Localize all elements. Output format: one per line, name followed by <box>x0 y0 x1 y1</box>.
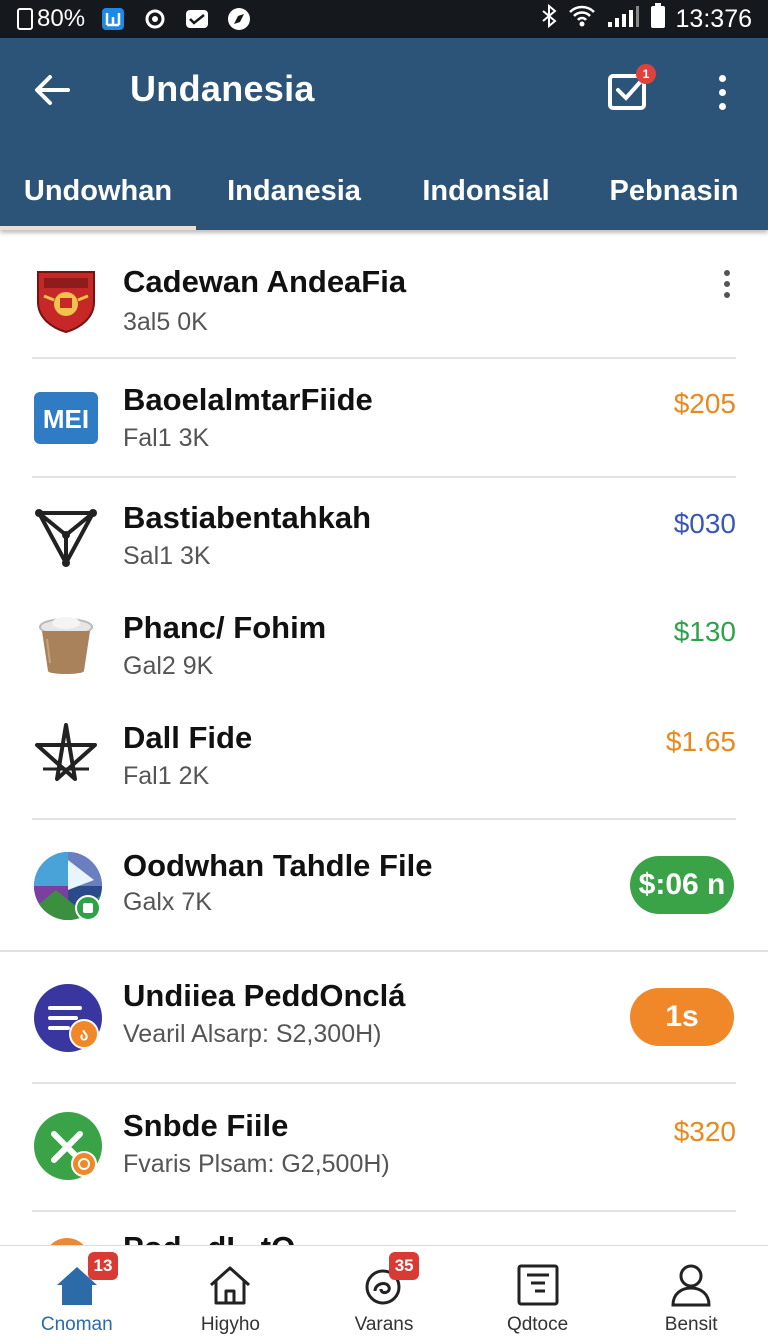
item-title: BaoelalmtarFiide <box>123 382 373 417</box>
battery-percent: 80% <box>37 5 86 32</box>
svg-text:MEI: MEI <box>43 404 89 434</box>
photo-collage-icon <box>32 850 104 922</box>
item-title: Snbde Fiile <box>123 1108 289 1143</box>
item-subtitle: Fal1 3K <box>123 424 210 452</box>
list-item[interactable]: Phanc/ Fohim Gal2 9K $130 <box>0 590 768 700</box>
divider <box>32 476 736 478</box>
battery-saver-icon: 80% <box>16 5 85 33</box>
tab-undowhan[interactable]: Undowhan <box>0 152 196 230</box>
mail-icon <box>183 6 211 32</box>
nav-varans[interactable]: Varans 35 <box>307 1246 461 1344</box>
app-bar: Undanesia 1 Undowhan Indanesia Indonsial… <box>0 38 768 230</box>
list-item[interactable]: Dall Fide Fal1 2K $1.65 <box>0 700 768 818</box>
arrow-left-icon <box>35 75 70 105</box>
signal-icon <box>606 4 640 35</box>
notification-badge: 35 <box>389 1252 420 1280</box>
inbox-badge: 1 <box>636 64 656 84</box>
coffee-cup-icon <box>32 612 100 680</box>
battery-icon <box>650 2 666 36</box>
item-title: Cadewan AndeaFia <box>123 264 407 299</box>
house-outline-icon <box>207 1262 253 1308</box>
list-item[interactable]: Cadewan AndeaFia 3al5 0K <box>0 250 768 358</box>
item-price: $205 <box>673 388 736 419</box>
person-icon <box>668 1262 714 1308</box>
item-subtitle: Vearil Alsarp: S2,300H) <box>123 1020 382 1048</box>
triangle-network-icon <box>32 502 100 570</box>
tab-bar: Undowhan Indanesia Indonsial Pebnasin <box>0 152 768 230</box>
item-title: Dall Fide <box>123 720 253 755</box>
tab-indanesia[interactable]: Indanesia <box>196 152 392 230</box>
bottom-navigation: Cnoman 13 Higyho Varans 35 Qdtoce Bensit <box>0 1245 768 1344</box>
nav-higyho[interactable]: Higyho <box>154 1246 308 1344</box>
item-subtitle: Fvaris Plsam: G2,500H) <box>123 1150 390 1178</box>
list-item-partial[interactable]: Pod...dI...tO... <box>0 1212 768 1246</box>
item-subtitle: Sal1 3K <box>123 542 211 570</box>
back-button[interactable] <box>28 66 76 114</box>
divider <box>32 818 736 820</box>
svg-text:ა: ა <box>80 1027 88 1044</box>
mei-logo-icon: MEI <box>32 384 100 452</box>
nav-label: Bensit <box>664 1314 718 1335</box>
status-bar: 80% 13:376 <box>0 0 768 38</box>
item-title: Oodwhan Tahdle File <box>123 848 433 883</box>
status-pill[interactable]: 1s <box>630 988 734 1046</box>
page-title: Undanesia <box>130 68 315 109</box>
item-price: $320 <box>673 1116 736 1147</box>
nav-label: Qdtoce <box>506 1314 569 1335</box>
star-knot-icon <box>32 720 100 788</box>
list-app-icon: ა <box>32 982 104 1054</box>
item-title: Bastiabentahkah <box>123 500 372 535</box>
item-price: $030 <box>673 508 736 539</box>
notification-badge: 13 <box>88 1252 118 1280</box>
tab-pebnasin[interactable]: Pebnasin <box>580 152 768 230</box>
item-price: $130 <box>673 616 736 647</box>
crest-badge-icon <box>32 266 100 334</box>
item-subtitle: 3al5 0K <box>123 308 208 336</box>
list-item[interactable]: MEI BaoelalmtarFiide Fal1 3K $205 <box>0 360 768 476</box>
bluetooth-icon <box>540 3 558 35</box>
item-price: $1.65 <box>665 726 736 757</box>
item-subtitle: Fal1 2K <box>123 762 210 790</box>
divider <box>32 357 736 359</box>
list-item[interactable]: Snbde Fiile Fvaris Plsam: G2,500H) $320 <box>0 1086 768 1212</box>
clock: 13:376 <box>675 4 752 33</box>
item-title: Pod...dI...tO... <box>123 1230 321 1246</box>
item-subtitle: Gal2 9K <box>123 652 214 680</box>
divider <box>32 1082 736 1084</box>
list-item[interactable]: ა Undiiea PeddOnclá Vearil Alsarp: S2,30… <box>0 954 768 1082</box>
document-icon <box>515 1262 561 1308</box>
nav-cnoman[interactable]: Cnoman 13 <box>0 1246 154 1344</box>
nav-label: Varans <box>354 1314 414 1335</box>
more-options-button[interactable] <box>704 68 740 116</box>
nav-qdtoce[interactable]: Qdtoce <box>461 1246 615 1344</box>
item-subtitle: Galx 7K <box>123 888 212 916</box>
price-pill[interactable]: $:06 n <box>630 856 734 914</box>
nav-label: Cnoman <box>40 1314 113 1335</box>
tab-indonsial[interactable]: Indonsial <box>392 152 580 230</box>
list-item[interactable]: Bastiabentahkah Sal1 3K $030 <box>0 480 768 590</box>
item-more-button[interactable] <box>720 264 734 304</box>
x-app-icon <box>32 1110 104 1182</box>
list-item[interactable]: Oodwhan Tahdle File Galx 7K $:06 n <box>0 822 768 950</box>
compass-icon <box>225 6 253 32</box>
wifi-icon <box>568 4 596 35</box>
divider <box>0 950 768 952</box>
app-notification-icon <box>99 6 127 32</box>
nav-label: Higyho <box>200 1314 260 1335</box>
sync-icon <box>141 6 169 32</box>
item-title: Phanc/ Fohim <box>123 610 327 645</box>
nav-bensit[interactable]: Bensit <box>614 1246 768 1344</box>
item-title: Undiiea PeddOnclá <box>123 978 406 1013</box>
